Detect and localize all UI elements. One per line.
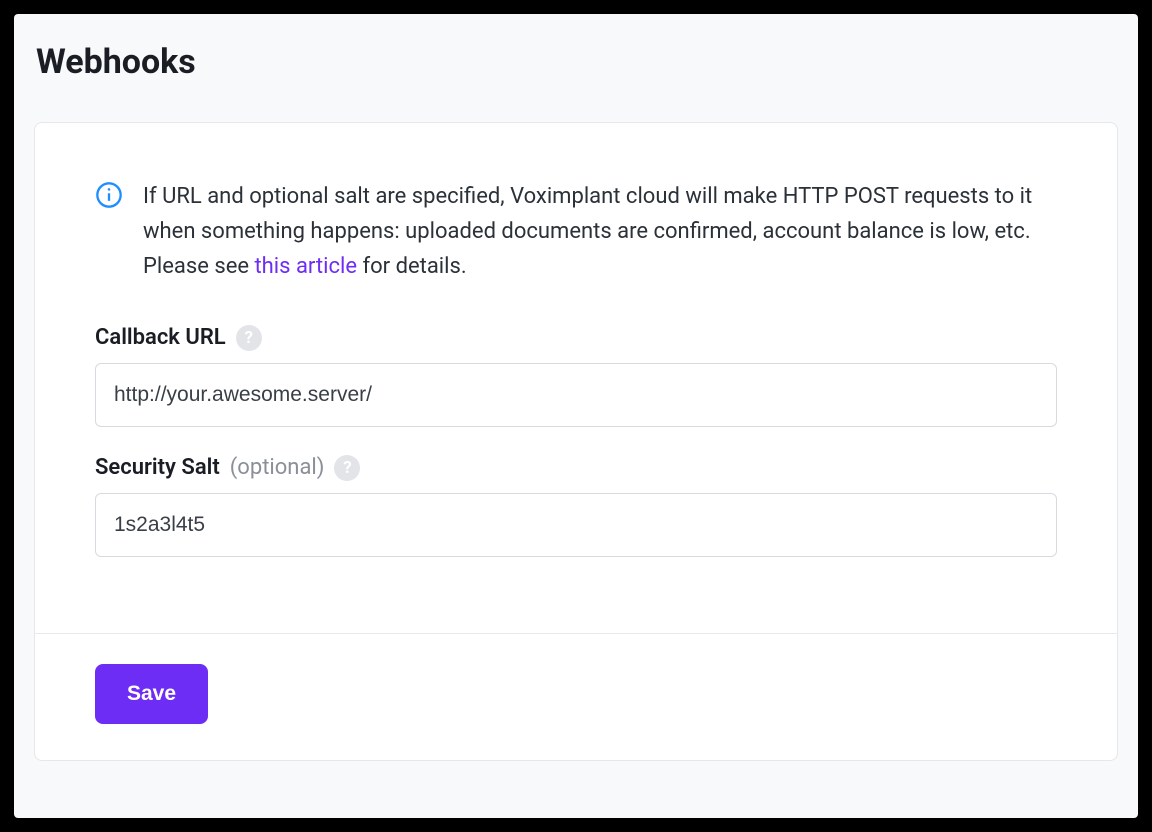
help-icon[interactable]: ? xyxy=(334,455,360,481)
info-text: If URL and optional salt are specified, … xyxy=(143,179,1057,285)
card-footer: Save xyxy=(35,634,1117,760)
page-title: Webhooks xyxy=(34,42,1118,82)
security-salt-label: Security Salt xyxy=(95,455,220,480)
callback-url-input[interactable] xyxy=(95,363,1057,427)
card-body: If URL and optional salt are specified, … xyxy=(35,123,1117,633)
info-icon xyxy=(95,181,123,209)
info-article-link[interactable]: this article xyxy=(254,254,357,279)
security-salt-field: Security Salt (optional) ? xyxy=(95,455,1057,557)
callback-url-label-row: Callback URL ? xyxy=(95,325,1057,351)
save-button[interactable]: Save xyxy=(95,664,208,724)
callback-url-field: Callback URL ? xyxy=(95,325,1057,427)
security-salt-optional: (optional) xyxy=(230,455,325,480)
webhooks-page: Webhooks If URL and optional salt are sp… xyxy=(14,14,1138,818)
webhooks-card: If URL and optional salt are specified, … xyxy=(34,122,1118,761)
help-icon[interactable]: ? xyxy=(236,325,262,351)
security-salt-label-row: Security Salt (optional) ? xyxy=(95,455,1057,481)
callback-url-label: Callback URL xyxy=(95,325,226,350)
info-text-after: for details. xyxy=(357,254,467,279)
info-row: If URL and optional salt are specified, … xyxy=(95,179,1057,285)
security-salt-input[interactable] xyxy=(95,493,1057,557)
